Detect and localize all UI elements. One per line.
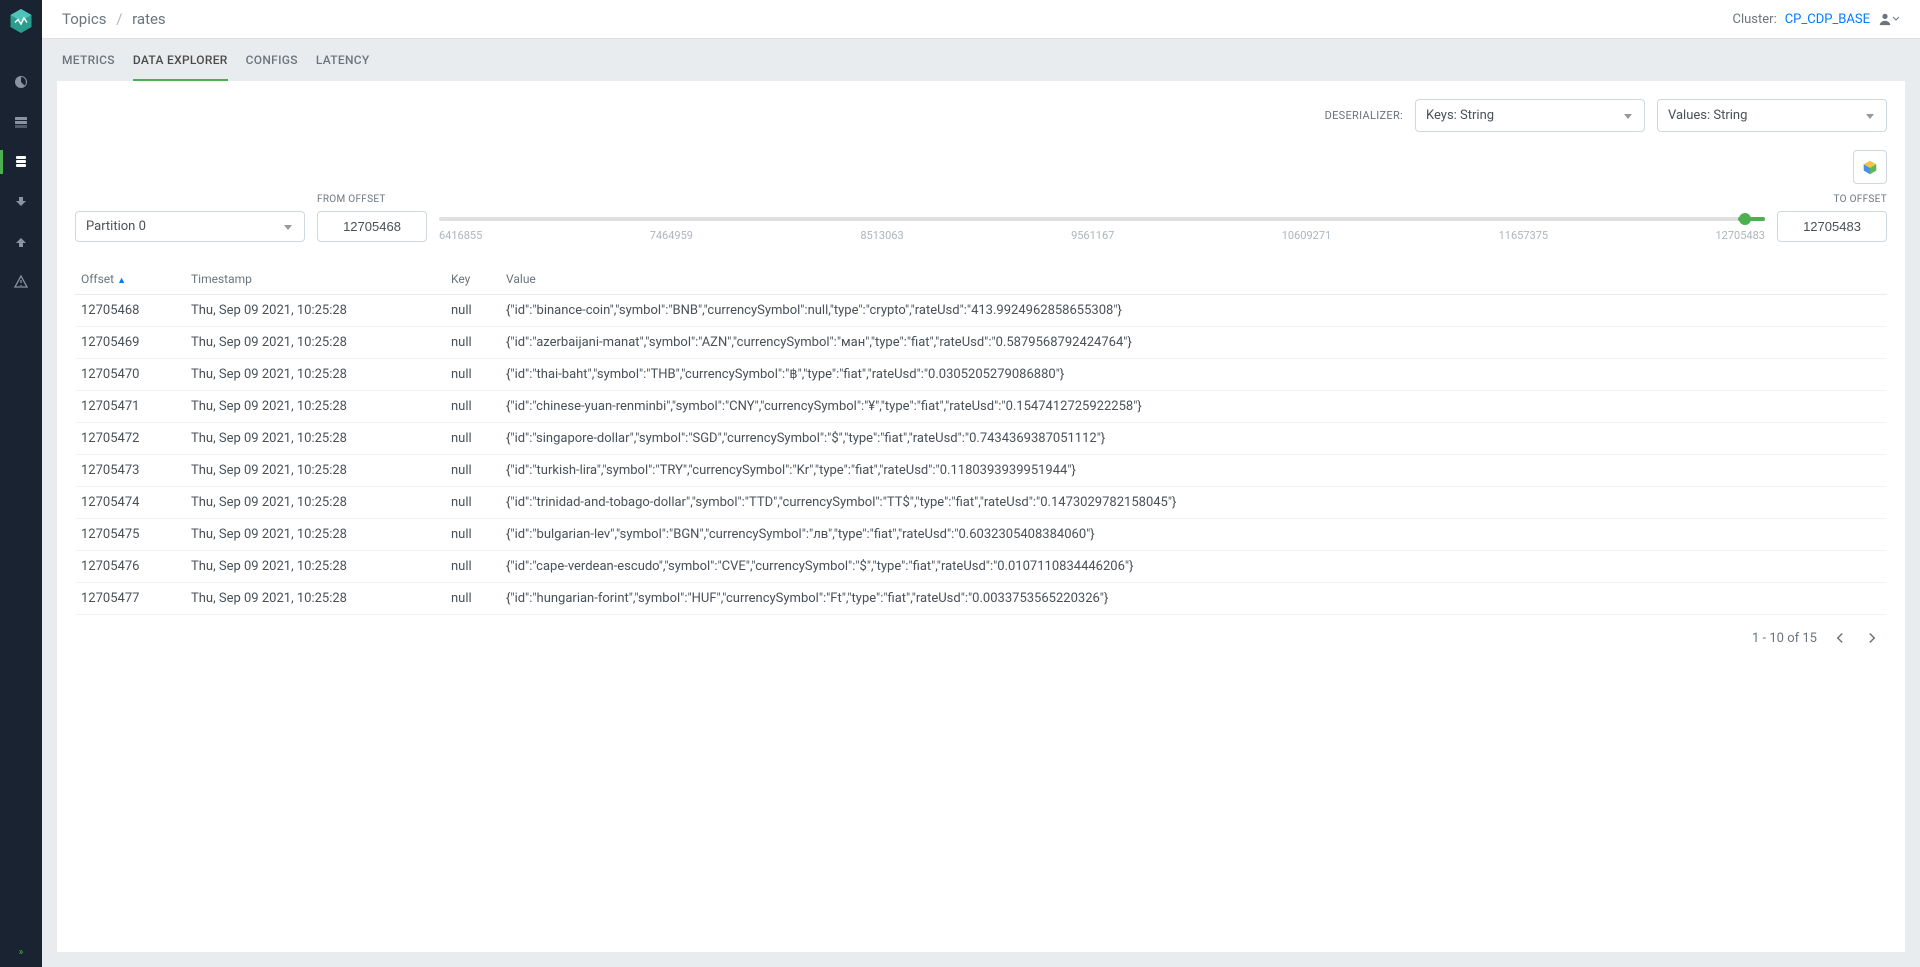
partition-select[interactable]: Partition 0: [75, 211, 305, 242]
cell-key: null: [445, 519, 500, 551]
cluster-label: Cluster:: [1733, 12, 1777, 27]
messages-table: Offset▲ Timestamp Key Value 12705468Thu,…: [75, 264, 1887, 615]
to-offset-input[interactable]: [1777, 211, 1887, 242]
cell-key: null: [445, 551, 500, 583]
cell-value: {"id":"cape-verdean-escudo","symbol":"CV…: [500, 551, 1887, 583]
tab-latency[interactable]: LATENCY: [316, 39, 370, 81]
cell-timestamp: Thu, Sep 09 2021, 10:25:28: [185, 295, 445, 327]
sidebar-footer-toggle[interactable]: »: [0, 937, 42, 967]
cell-offset: 12705477: [75, 583, 185, 615]
cell-offset: 12705474: [75, 487, 185, 519]
slider-ticks: 6416855 7464959 8513063 9561167 10609271…: [439, 229, 1765, 242]
breadcrumb-current: rates: [132, 10, 166, 28]
logo: [0, 0, 42, 42]
sidebar-item-topics[interactable]: [0, 142, 42, 182]
breadcrumb-separator: /: [116, 10, 122, 28]
cell-key: null: [445, 327, 500, 359]
sidebar-item-alerts[interactable]: [0, 262, 42, 302]
table-row[interactable]: 12705473Thu, Sep 09 2021, 10:25:28null{"…: [75, 455, 1887, 487]
tab-metrics[interactable]: METRICS: [62, 39, 115, 81]
cell-offset: 12705475: [75, 519, 185, 551]
cell-timestamp: Thu, Sep 09 2021, 10:25:28: [185, 487, 445, 519]
cell-timestamp: Thu, Sep 09 2021, 10:25:28: [185, 519, 445, 551]
pagination-next[interactable]: [1863, 629, 1881, 647]
header: Topics / rates Cluster: CP_CDP_BASE: [42, 0, 1920, 39]
offset-slider[interactable]: 6416855 7464959 8513063 9561167 10609271…: [439, 205, 1765, 242]
pagination-prev[interactable]: [1831, 629, 1849, 647]
sidebar-item-servers[interactable]: [0, 102, 42, 142]
col-header-timestamp[interactable]: Timestamp: [185, 264, 445, 295]
breadcrumb: Topics / rates: [62, 10, 166, 28]
cell-value: {"id":"thai-baht","symbol":"THB","curren…: [500, 359, 1887, 391]
cell-value: {"id":"singapore-dollar","symbol":"SGD",…: [500, 423, 1887, 455]
table-row[interactable]: 12705471Thu, Sep 09 2021, 10:25:28null{"…: [75, 391, 1887, 423]
sidebar-item-export[interactable]: [0, 182, 42, 222]
cell-timestamp: Thu, Sep 09 2021, 10:25:28: [185, 455, 445, 487]
content: DESERIALIZER: Keys: String Values: Strin…: [57, 81, 1905, 952]
cube-button[interactable]: [1853, 150, 1887, 184]
cell-offset: 12705471: [75, 391, 185, 423]
tabs: METRICS DATA EXPLORER CONFIGS LATENCY: [42, 39, 1920, 81]
cluster-info: Cluster: CP_CDP_BASE: [1733, 12, 1900, 27]
from-offset-input[interactable]: [317, 211, 427, 242]
cell-key: null: [445, 455, 500, 487]
breadcrumb-root[interactable]: Topics: [62, 10, 106, 28]
cell-key: null: [445, 487, 500, 519]
cell-timestamp: Thu, Sep 09 2021, 10:25:28: [185, 327, 445, 359]
to-offset-label: TO OFFSET: [1777, 194, 1887, 205]
cell-key: null: [445, 423, 500, 455]
table-row[interactable]: 12705469Thu, Sep 09 2021, 10:25:28null{"…: [75, 327, 1887, 359]
pagination-text: 1 - 10 of 15: [1752, 631, 1817, 646]
sidebar: »: [0, 0, 42, 967]
cell-offset: 12705470: [75, 359, 185, 391]
col-header-value[interactable]: Value: [500, 264, 1887, 295]
deserializer-keys-select[interactable]: Keys: String: [1415, 99, 1645, 132]
table-row[interactable]: 12705475Thu, Sep 09 2021, 10:25:28null{"…: [75, 519, 1887, 551]
cell-offset: 12705472: [75, 423, 185, 455]
cluster-name[interactable]: CP_CDP_BASE: [1785, 12, 1870, 27]
cell-offset: 12705476: [75, 551, 185, 583]
table-row[interactable]: 12705468Thu, Sep 09 2021, 10:25:28null{"…: [75, 295, 1887, 327]
table-row[interactable]: 12705472Thu, Sep 09 2021, 10:25:28null{"…: [75, 423, 1887, 455]
user-menu[interactable]: [1878, 12, 1900, 26]
sidebar-item-dashboard[interactable]: [0, 62, 42, 102]
deserializer-values-select[interactable]: Values: String: [1657, 99, 1887, 132]
cell-key: null: [445, 359, 500, 391]
from-offset-label: FROM OFFSET: [317, 194, 427, 205]
col-header-offset[interactable]: Offset▲: [75, 264, 185, 295]
table-row[interactable]: 12705470Thu, Sep 09 2021, 10:25:28null{"…: [75, 359, 1887, 391]
cell-value: {"id":"bulgarian-lev","symbol":"BGN","cu…: [500, 519, 1887, 551]
cell-timestamp: Thu, Sep 09 2021, 10:25:28: [185, 391, 445, 423]
cell-value: {"id":"hungarian-forint","symbol":"HUF",…: [500, 583, 1887, 615]
cell-timestamp: Thu, Sep 09 2021, 10:25:28: [185, 423, 445, 455]
cell-value: {"id":"chinese-yuan-renminbi","symbol":"…: [500, 391, 1887, 423]
cell-offset: 12705473: [75, 455, 185, 487]
col-header-key[interactable]: Key: [445, 264, 500, 295]
cell-offset: 12705468: [75, 295, 185, 327]
cell-timestamp: Thu, Sep 09 2021, 10:25:28: [185, 551, 445, 583]
cell-offset: 12705469: [75, 327, 185, 359]
sort-asc-icon: ▲: [117, 276, 126, 286]
cell-value: {"id":"azerbaijani-manat","symbol":"AZN"…: [500, 327, 1887, 359]
table-row[interactable]: 12705474Thu, Sep 09 2021, 10:25:28null{"…: [75, 487, 1887, 519]
deserializer-label: DESERIALIZER:: [1325, 109, 1403, 122]
cell-value: {"id":"turkish-lira","symbol":"TRY","cur…: [500, 455, 1887, 487]
cell-timestamp: Thu, Sep 09 2021, 10:25:28: [185, 583, 445, 615]
cell-key: null: [445, 391, 500, 423]
tab-configs[interactable]: CONFIGS: [246, 39, 298, 81]
cell-key: null: [445, 295, 500, 327]
pagination: 1 - 10 of 15: [75, 615, 1887, 651]
cell-value: {"id":"trinidad-and-tobago-dollar","symb…: [500, 487, 1887, 519]
table-row[interactable]: 12705477Thu, Sep 09 2021, 10:25:28null{"…: [75, 583, 1887, 615]
cell-value: {"id":"binance-coin","symbol":"BNB","cur…: [500, 295, 1887, 327]
cell-timestamp: Thu, Sep 09 2021, 10:25:28: [185, 359, 445, 391]
cell-key: null: [445, 583, 500, 615]
sidebar-item-import[interactable]: [0, 222, 42, 262]
tab-data-explorer[interactable]: DATA EXPLORER: [133, 39, 228, 81]
table-row[interactable]: 12705476Thu, Sep 09 2021, 10:25:28null{"…: [75, 551, 1887, 583]
